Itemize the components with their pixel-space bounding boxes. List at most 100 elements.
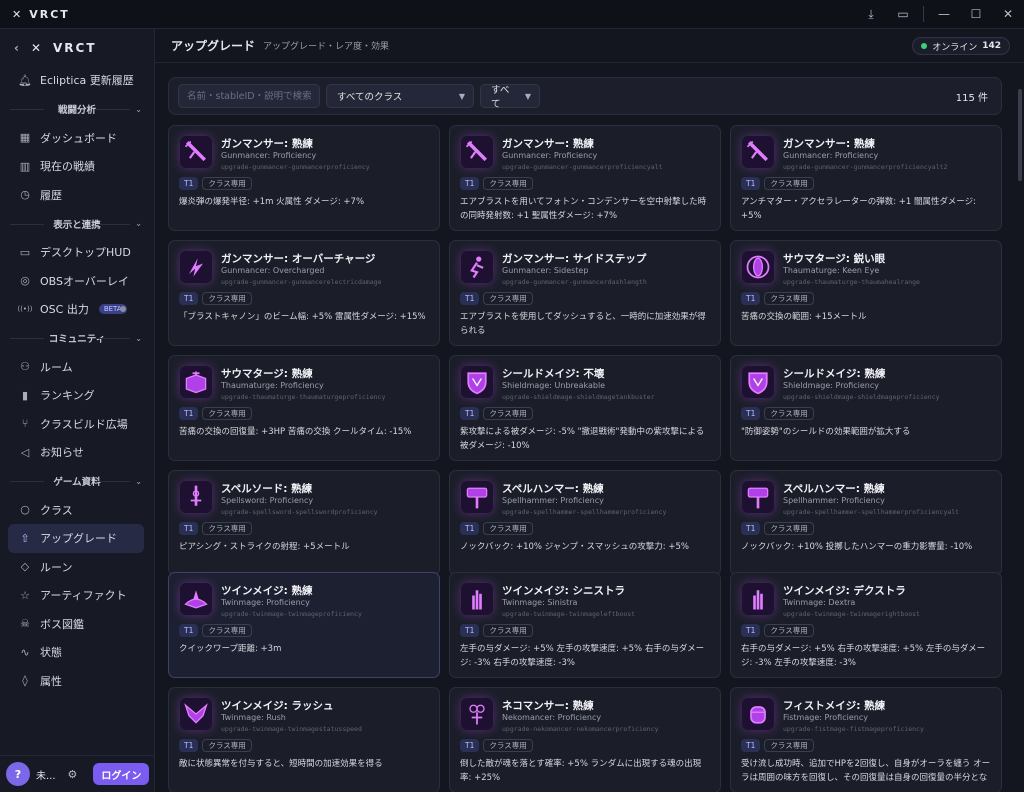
sidebar-item-label: Ecliptica 更新履歴 — [40, 74, 134, 88]
sidebar-item[interactable]: ▭ デスクトップHUD — [0, 238, 144, 267]
sidebar-item-label: ルーン — [40, 560, 73, 574]
upgrade-card[interactable]: ツインメイジ: ラッシュ Twinmage: Rush upgrade-twinma… — [168, 687, 440, 792]
tier-badge: T1 — [179, 624, 199, 637]
sidebar-item[interactable]: ⇧ アップグレード — [8, 524, 144, 553]
tag-list: T1 クラス専用 — [460, 177, 533, 190]
download-icon[interactable]: ⤓ — [855, 0, 887, 29]
tag-list: T1 クラス専用 — [179, 292, 252, 305]
sidebar-item[interactable]: ○ クラス — [0, 496, 144, 525]
class-badge: クラス専用 — [483, 624, 533, 637]
upgrade-card[interactable]: スペルハンマー: 熟練 Spellhammer: Proficiency upgra… — [730, 470, 1002, 576]
search-input[interactable] — [178, 84, 320, 108]
sidebar-item[interactable]: ◁ お知らせ — [0, 438, 144, 467]
sidebar-item[interactable]: ◊ 属性 — [0, 667, 144, 696]
upgrade-card[interactable]: ガンマンサー: 熟練 Gunmancer: Proficiency upgrade-… — [730, 125, 1002, 231]
collapse-chevron-icon[interactable]: ‹ — [14, 41, 21, 55]
sidebar-item[interactable]: ☆ アーティファクト — [0, 581, 144, 610]
sidebar-item[interactable]: ∿ 状態 — [0, 638, 144, 667]
sidebar-item-label: ルーム — [40, 360, 73, 374]
upgrade-card[interactable]: シールドメイジ: 不壊 Shieldmage: Unbreakable upgrad… — [449, 355, 721, 461]
class-badge: クラス専用 — [483, 522, 533, 535]
result-count: 115 件 — [955, 92, 988, 104]
online-label: オンライン — [932, 42, 978, 53]
page-header: アップグレード アップグレード・レア度・効果 オンライン 142 — [155, 29, 1024, 63]
scrollbar[interactable] — [1018, 89, 1022, 181]
upgrade-name: ガンマンサー: 熟練 — [221, 138, 313, 150]
star-icon: ☆ — [20, 588, 30, 602]
branch-icon: ⑂ — [21, 417, 29, 431]
upgrade-description: エアブラストを使用してダッシュすると、一時的に加速効果が得られる — [460, 312, 706, 336]
sidebar-item[interactable]: ⚇ ルーム — [0, 353, 144, 382]
minimize-button[interactable]: — — [928, 0, 960, 29]
sidebar-item[interactable]: ▦ ダッシュボード — [0, 124, 144, 153]
upgrade-english-name: Thaumaturge: Keen Eye — [783, 266, 880, 275]
upgrade-card[interactable]: ツインメイジ: 熟練 Twinmage: Proficiency upgrade-t… — [168, 572, 440, 678]
sidebar-section-header[interactable]: ゲーム資料 ⌄ — [0, 467, 154, 496]
upgrade-stable-id: upgrade-gunmancer-gunmancerelectricdamag… — [221, 278, 382, 286]
upgrade-description: 左手の与ダメージ: +5% 左手の攻撃速度: +5% 右手の与ダメージ: -3%… — [460, 644, 705, 668]
gear-icon[interactable]: ⚙ — [68, 768, 78, 781]
arrow-up-icon: ⇧ — [20, 531, 30, 545]
upgrade-card[interactable]: シールドメイジ: 熟練 Shieldmage: Proficiency upgrad… — [730, 355, 1002, 461]
upgrade-name: ネコマンサー: 熟練 — [502, 700, 594, 712]
chevron-down-icon: ▼ — [524, 91, 531, 101]
section-title: ゲーム資料 — [53, 477, 101, 488]
upgrade-card[interactable]: ガンマンサー: 熟練 Gunmancer: Proficiency upgrade-… — [449, 125, 721, 231]
close-button[interactable]: ✕ — [992, 0, 1024, 29]
upgrade-english-name: Nekomancer: Proficiency — [502, 713, 602, 722]
sidebar-item[interactable]: ((•)) OSC 出力 BETA — [0, 295, 144, 324]
sidebar-item-label: お知らせ — [40, 446, 84, 460]
sidebar-item-label: 現在の戦績 — [40, 160, 95, 174]
upgrade-stable-id: upgrade-thaumaturge-thaumahealrange — [783, 278, 920, 286]
upgrade-card[interactable]: ガンマンサー: サイドステップ Gunmancer: Sidestep upgrad… — [449, 240, 721, 346]
tier-badge: T1 — [179, 522, 199, 535]
class-badge: クラス専用 — [764, 522, 814, 535]
upgrade-card[interactable]: ツインメイジ: シニストラ Twinmage: Sinistra upgrade-t… — [449, 572, 721, 678]
upgrade-name: シールドメイジ: 熟練 — [783, 368, 886, 380]
sidebar-item[interactable]: ◇ ルーン — [0, 553, 144, 582]
avatar[interactable]: ? — [6, 762, 30, 786]
sidebar-section-header[interactable]: 表示と連携 ⌄ — [0, 209, 154, 238]
sidebar-section-header[interactable]: 戦闘分析 ⌄ — [0, 95, 154, 124]
upgrade-card[interactable]: スペルソード: 熟練 Spellsword: Proficiency upgrade… — [168, 470, 440, 576]
class-badge: クラス専用 — [764, 292, 814, 305]
upgrade-card[interactable]: サウマタージ: 鋭い眼 Thaumaturge: Keen Eye upgrade-… — [730, 240, 1002, 346]
sidebar-item[interactable]: ▥ 現在の戦績 — [0, 152, 144, 181]
upgrade-card[interactable]: ツインメイジ: デクストラ Twinmage: Dextra upgrade-twi… — [730, 572, 1002, 678]
upgrade-card[interactable]: フィストメイジ: 熟練 Fistmage: Proficiency upgrade-… — [730, 687, 1002, 792]
upgrade-card[interactable]: ネコマンサー: 熟練 Nekomancer: Proficiency upgrade… — [449, 687, 721, 792]
sidebar-item[interactable]: ◎ OBSオーバーレイ — [0, 267, 144, 296]
sidebar-item[interactable]: ☠ ボス図鑑 — [0, 610, 144, 639]
upgrade-name: ガンマンサー: オーバーチャージ — [221, 253, 376, 265]
class-badge: クラス専用 — [202, 522, 252, 535]
sword-icon — [180, 481, 212, 513]
sidebar-brand: VRCT — [53, 40, 97, 55]
class-badge: クラス専用 — [483, 292, 533, 305]
class-select[interactable]: すべてのクラス ▼ — [326, 84, 474, 108]
tier-badge: T1 — [741, 739, 761, 752]
type-select[interactable]: すべて ▼ — [480, 84, 540, 110]
chat-icon[interactable]: ▭ — [887, 0, 919, 29]
sidebar-item[interactable]: ◷ 履歴 — [0, 181, 144, 210]
upgrade-card[interactable]: ガンマンサー: 熟練 Gunmancer: Proficiency upgrade-… — [168, 125, 440, 231]
upgrade-card[interactable]: スペルハンマー: 熟練 Spellhammer: Proficiency upgra… — [449, 470, 721, 576]
upgrade-name: スペルハンマー: 熟練 — [783, 483, 885, 495]
upgrade-card[interactable]: サウマタージ: 熟練 Thaumaturge: Proficiency upgrad… — [168, 355, 440, 461]
login-button[interactable]: ログイン — [93, 763, 150, 785]
upgrade-card[interactable]: ガンマンサー: オーバーチャージ Gunmancer: Overcharged up… — [168, 240, 440, 346]
sidebar-item-label: クラスビルド広場 — [40, 417, 128, 431]
tier-badge: T1 — [460, 522, 480, 535]
sidebar-item[interactable]: ⑂ クラスビルド広場 — [0, 410, 144, 439]
upgrade-english-name: Twinmage: Dextra — [783, 598, 856, 607]
upgrade-name: ツインメイジ: 熟練 — [221, 585, 313, 597]
upgrade-english-name: Fistmage: Proficiency — [783, 713, 868, 722]
hammer-icon — [461, 481, 493, 513]
sidebar-item[interactable]: 🔔︎ Ecliptica 更新履歴 — [0, 66, 144, 95]
pulse-icon: ∿ — [20, 645, 30, 659]
sidebar-section-header[interactable]: コミュニティ ⌄ — [0, 324, 154, 353]
tools-icon: ✕ — [12, 7, 24, 21]
upgrade-name: シールドメイジ: 不壊 — [502, 368, 605, 380]
maximize-button[interactable]: ☐ — [960, 0, 992, 29]
tier-badge: T1 — [460, 739, 480, 752]
sidebar-item[interactable]: ▮ ランキング — [0, 381, 144, 410]
